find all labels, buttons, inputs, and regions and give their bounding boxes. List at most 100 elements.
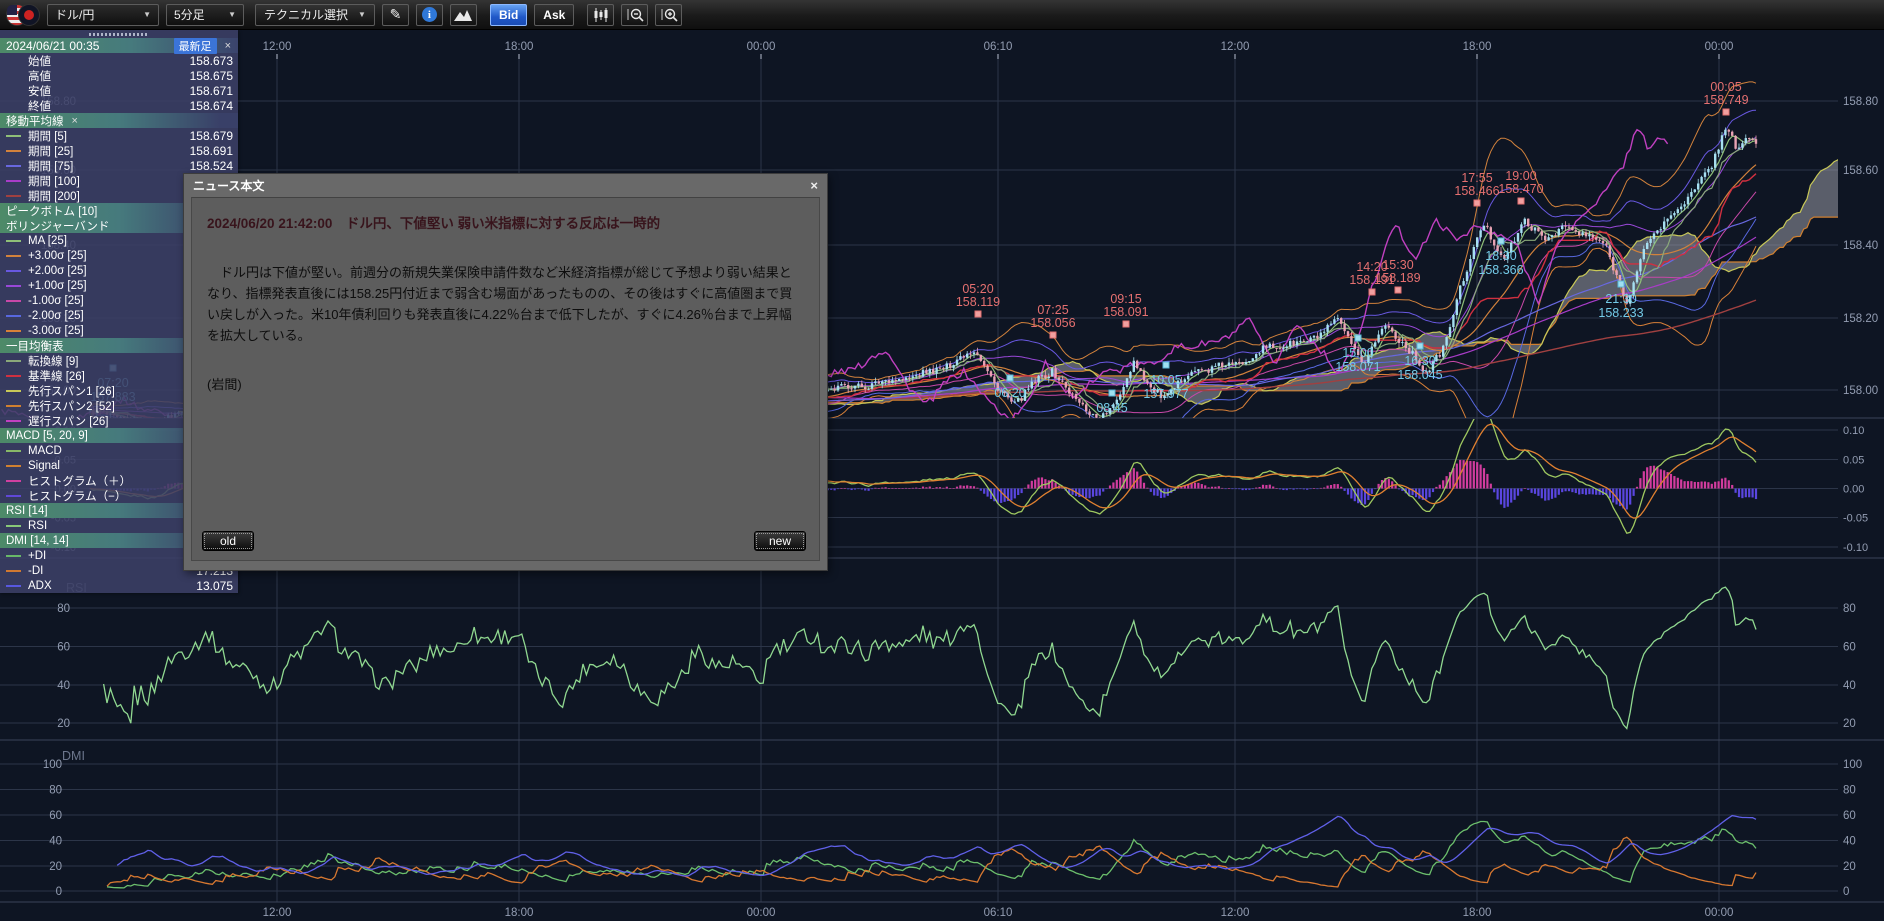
indicator-row[interactable]: ADX 13.075 bbox=[0, 578, 238, 593]
ohlc-row[interactable]: 高値 158.675 bbox=[0, 68, 238, 83]
indicator-row[interactable]: 期間 [5]158.679 bbox=[0, 128, 238, 143]
peak-marker bbox=[1474, 200, 1480, 206]
indicator-row[interactable]: 期間 [75]158.524 bbox=[0, 158, 238, 173]
time-axis-label: 00:00 bbox=[1705, 41, 1734, 53]
timeframe-select-value: 5分足 bbox=[174, 6, 205, 23]
line-color-swatch bbox=[6, 450, 21, 452]
peak-annotation: 19:00 bbox=[1505, 169, 1536, 183]
peak-annotation: 00:05 bbox=[1710, 80, 1741, 94]
bottom-annotation: 158.233 bbox=[1598, 306, 1643, 320]
peak-marker bbox=[1518, 198, 1524, 204]
bottom-marker bbox=[1355, 335, 1361, 341]
row-label: 期間 [25] bbox=[28, 143, 73, 159]
bottom-annotation: 16:30 bbox=[1404, 354, 1435, 368]
candle-info-header[interactable]: 2024/06/21 00:35最新足× bbox=[0, 38, 238, 53]
info-icon: i bbox=[422, 7, 437, 22]
line-color-swatch bbox=[6, 390, 21, 392]
row-label: 先行スパン2 [52] bbox=[28, 398, 115, 414]
row-label: 期間 [5] bbox=[28, 128, 67, 144]
dmi-axis-label: 0 bbox=[1843, 886, 1849, 898]
peak-marker bbox=[1123, 321, 1129, 327]
timeframe-select[interactable]: 5分足 ▼ bbox=[166, 4, 244, 26]
row-value: 158.675 bbox=[190, 69, 233, 83]
info-button[interactable]: i bbox=[416, 4, 443, 26]
news-body: ドル円は下値が堅い。前週分の新規失業保険申請件数など米経済指標が総じて予想より弱… bbox=[207, 262, 804, 346]
dmi-axis-label: 20 bbox=[1843, 861, 1856, 873]
zoom-in-icon bbox=[660, 7, 678, 22]
ohlc-row[interactable]: 始値158.673 bbox=[0, 53, 238, 68]
time-axis-label: 06:10 bbox=[984, 41, 1013, 53]
price-axis-label: 158.60 bbox=[1843, 165, 1878, 177]
peak-annotation: 158.056 bbox=[1030, 316, 1075, 330]
vertical-zoom-out-button[interactable] bbox=[621, 4, 648, 26]
ask-button[interactable]: Ask bbox=[534, 4, 574, 26]
peak-annotation: 05:20 bbox=[962, 282, 993, 296]
time-axis-label: 12:00 bbox=[1221, 907, 1250, 919]
line-color-swatch bbox=[6, 255, 21, 257]
peak-marker bbox=[1395, 287, 1401, 293]
toolbar: ドル/円 ▼ 5分足 ▼ テクニカル選択 ▼ ✎ i Bid Ask bbox=[0, 0, 1884, 30]
time-axis-label: 00:00 bbox=[1705, 907, 1734, 919]
candlestick-view-button[interactable] bbox=[587, 4, 614, 26]
row-label: -1.00σ [25] bbox=[28, 295, 84, 307]
time-axis-label: 18:00 bbox=[1463, 907, 1492, 919]
currency-flags-icon bbox=[6, 4, 40, 26]
chevron-down-icon: ▼ bbox=[143, 10, 151, 19]
mountain-chart-button[interactable] bbox=[450, 4, 477, 26]
jp-flag-icon bbox=[18, 4, 40, 26]
indicator-section-header[interactable]: 移動平均線× bbox=[0, 113, 238, 128]
row-label: +DI bbox=[28, 550, 46, 562]
line-color-swatch bbox=[6, 150, 21, 152]
bottom-annotation: 157.977 bbox=[1143, 387, 1188, 401]
line-color-swatch bbox=[6, 585, 21, 587]
news-dialog-titlebar[interactable]: ニュース本文 × bbox=[184, 174, 827, 197]
rsi-axis-label: 80 bbox=[57, 603, 70, 615]
row-label: ヒストグラム（＋） bbox=[28, 473, 131, 489]
macd-axis-label: 0.00 bbox=[1843, 484, 1864, 496]
time-axis-label: 00:00 bbox=[747, 41, 776, 53]
dmi-axis-label: 0 bbox=[56, 886, 62, 898]
peak-annotation: 158.749 bbox=[1703, 93, 1748, 107]
draw-pencil-button[interactable]: ✎ bbox=[382, 4, 409, 26]
bottom-annotation: 06:20 bbox=[994, 386, 1025, 400]
pair-select[interactable]: ドル/円 ▼ bbox=[47, 4, 159, 26]
ohlc-row[interactable]: 安値158.671 bbox=[0, 83, 238, 98]
news-dialog-title: ニュース本文 bbox=[193, 177, 264, 194]
technical-select-button[interactable]: テクニカル選択 ▼ bbox=[255, 4, 375, 26]
row-label: ADX bbox=[28, 580, 52, 592]
peak-annotation: 158.189 bbox=[1375, 271, 1420, 285]
row-label: 高値 bbox=[28, 68, 51, 84]
row-value: 13.075 bbox=[196, 579, 233, 593]
new-news-button[interactable]: new bbox=[754, 531, 806, 551]
indicator-row[interactable]: 期間 [25]158.691 bbox=[0, 143, 238, 158]
line-color-swatch bbox=[6, 420, 21, 422]
row-label: 基準線 [26] bbox=[28, 368, 85, 384]
close-icon[interactable]: × bbox=[70, 115, 80, 127]
ohlc-row[interactable]: 終値158.674 bbox=[0, 98, 238, 113]
news-headline: 2024/06/20 21:42:00 ドル円、下値堅い 弱い米指標に対する反応… bbox=[207, 212, 804, 232]
bid-button[interactable]: Bid bbox=[490, 4, 527, 26]
line-color-swatch bbox=[6, 315, 21, 317]
line-color-swatch bbox=[6, 240, 21, 242]
close-icon[interactable]: × bbox=[223, 40, 233, 52]
line-color-swatch bbox=[6, 465, 21, 467]
rsi-axis-label: 60 bbox=[1843, 642, 1856, 654]
peak-marker bbox=[975, 311, 981, 317]
vertical-zoom-in-button[interactable] bbox=[655, 4, 682, 26]
peak-marker bbox=[1050, 332, 1056, 338]
bottom-annotation: 21:30 bbox=[1605, 292, 1636, 306]
row-label: MA [25] bbox=[28, 235, 67, 247]
bottom-marker bbox=[1618, 281, 1624, 287]
macd-axis-label: -0.05 bbox=[1843, 513, 1868, 525]
rsi-axis-label: 60 bbox=[57, 642, 70, 654]
row-label: -3.00σ [25] bbox=[28, 325, 84, 337]
line-color-swatch bbox=[6, 135, 21, 137]
old-news-button[interactable]: old bbox=[202, 531, 254, 551]
sidebar-drag-handle[interactable] bbox=[0, 30, 238, 38]
close-icon[interactable]: × bbox=[810, 178, 818, 193]
line-color-swatch bbox=[6, 555, 21, 557]
bottom-annotation: 158.045 bbox=[1397, 368, 1442, 382]
price-axis-label: 158.40 bbox=[1843, 240, 1878, 252]
dmi-axis-label: 20 bbox=[49, 861, 62, 873]
row-label: 期間 [200] bbox=[28, 188, 80, 204]
